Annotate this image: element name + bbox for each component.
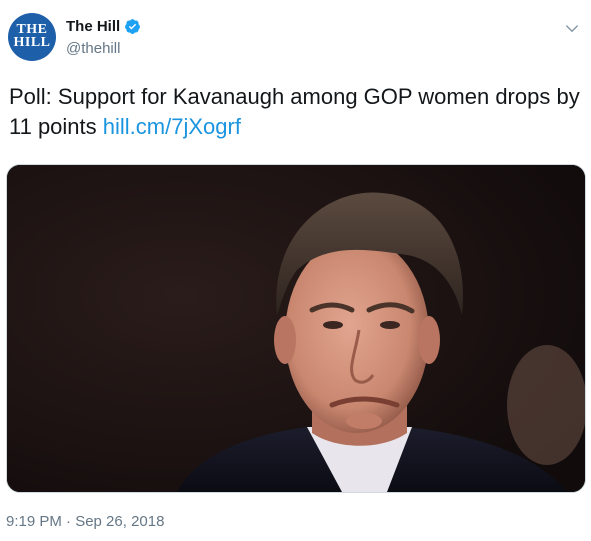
verified-badge-icon [125, 19, 141, 34]
photo-image [7, 165, 585, 492]
tweet-timestamp[interactable]: 9:19 PM · Sep 26, 2018 [6, 513, 164, 530]
display-name[interactable]: The Hill [66, 18, 120, 35]
avatar[interactable]: THE HILL [8, 13, 56, 61]
tweet-text: Poll: Support for Kavanaugh among GOP wo… [9, 82, 581, 142]
tweet-link[interactable]: hill.cm/7jXogrf [103, 114, 241, 139]
chevron-down-icon[interactable] [563, 20, 581, 38]
tweet-card: THE HILL The Hill @thehill Poll: Support… [0, 0, 591, 541]
handle[interactable]: @thehill [66, 40, 120, 57]
avatar-text-line2: HILL [13, 35, 51, 50]
author-name-row: The Hill [66, 18, 141, 35]
tweet-body: Poll: Support for Kavanaugh among GOP wo… [9, 84, 580, 139]
tweet-photo[interactable] [6, 164, 586, 493]
